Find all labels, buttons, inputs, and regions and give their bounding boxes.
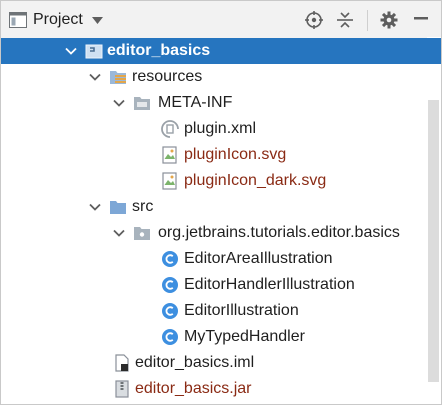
tree-node-plugin-xml[interactable]: plugin.xml: [1, 116, 427, 142]
toolbar-separator: [367, 10, 368, 31]
tree-node-resources[interactable]: resources: [1, 64, 427, 90]
tree-node-label: EditorHandlerIllustration: [184, 276, 355, 293]
class-icon: [162, 277, 178, 293]
tree-node-label: EditorAreaIllustration: [184, 250, 333, 267]
gear-icon: [380, 11, 398, 29]
project-tool-window: Project editor_basics resources META-INF…: [0, 0, 442, 405]
jar-file-icon: [115, 380, 129, 398]
iml-file-icon: [115, 354, 129, 372]
tree-node-label: EditorIllustration: [184, 302, 299, 319]
tree-node-jar[interactable]: editor_basics.jar: [1, 376, 427, 402]
tree-node-label: org.jetbrains.tutorials.editor.basics: [158, 224, 400, 241]
class-icon: [162, 303, 178, 319]
view-selector-label: Project: [33, 11, 83, 28]
tree-node-plugin-icon-svg[interactable]: pluginIcon.svg: [1, 142, 427, 168]
tree-node-class[interactable]: EditorAreaIllustration: [1, 246, 427, 272]
project-tree: editor_basics resources META-INF plugin.…: [1, 38, 441, 404]
tree-node-class[interactable]: EditorIllustration: [1, 298, 427, 324]
chevron-down-icon[interactable]: [113, 229, 125, 237]
tree-node-class[interactable]: EditorHandlerIllustration: [1, 272, 427, 298]
resources-folder-icon: [110, 71, 126, 84]
hide-icon: [414, 17, 428, 20]
locate-icon: [305, 11, 323, 29]
tree-node-label: src: [132, 198, 154, 215]
folder-icon: [134, 97, 150, 110]
tree-node-class[interactable]: MyTypedHandler: [1, 324, 427, 350]
tree-node-label: resources: [132, 68, 203, 85]
tree-node-label: pluginIcon_dark.svg: [184, 172, 327, 189]
settings-button[interactable]: [379, 10, 399, 30]
plugin-xml-icon: [161, 120, 179, 138]
tree-node-label: pluginIcon.svg: [184, 146, 287, 163]
source-folder-icon: [110, 201, 126, 214]
chevron-down-icon[interactable]: [113, 99, 125, 107]
svg-file-icon: [162, 172, 177, 190]
hide-button[interactable]: [411, 10, 431, 30]
project-toolbar: Project: [1, 1, 441, 39]
svg-file-icon: [162, 146, 177, 164]
locate-button[interactable]: [304, 10, 324, 30]
dropdown-icon: [91, 16, 103, 24]
tree-node-label: editor_basics.jar: [135, 380, 252, 397]
tree-node-label: plugin.xml: [184, 120, 257, 137]
tree-node-label: editor_basics: [107, 42, 211, 59]
project-window-icon: [9, 12, 27, 28]
collapse-all-button[interactable]: [335, 10, 355, 30]
tree-node-iml[interactable]: editor_basics.iml: [1, 350, 427, 376]
chevron-down-icon[interactable]: [65, 47, 77, 55]
chevron-down-icon[interactable]: [89, 203, 101, 211]
tree-node-label: MyTypedHandler: [184, 328, 305, 345]
tree-node-package[interactable]: org.jetbrains.tutorials.editor.basics: [1, 220, 427, 246]
tree-node-module[interactable]: editor_basics: [1, 38, 441, 64]
collapse-all-icon: [337, 12, 353, 28]
tree-node-label: editor_basics.iml: [135, 354, 255, 371]
class-icon: [162, 251, 178, 267]
tree-node-plugin-icon-dark-svg[interactable]: pluginIcon_dark.svg: [1, 168, 427, 194]
tree-node-label: META-INF: [158, 94, 233, 111]
view-selector[interactable]: Project: [9, 9, 103, 31]
tree-node-src[interactable]: src: [1, 194, 427, 220]
package-icon: [134, 227, 150, 240]
module-icon: [85, 44, 103, 59]
class-icon: [162, 329, 178, 345]
tree-node-meta-inf[interactable]: META-INF: [1, 90, 427, 116]
chevron-down-icon[interactable]: [89, 73, 101, 81]
